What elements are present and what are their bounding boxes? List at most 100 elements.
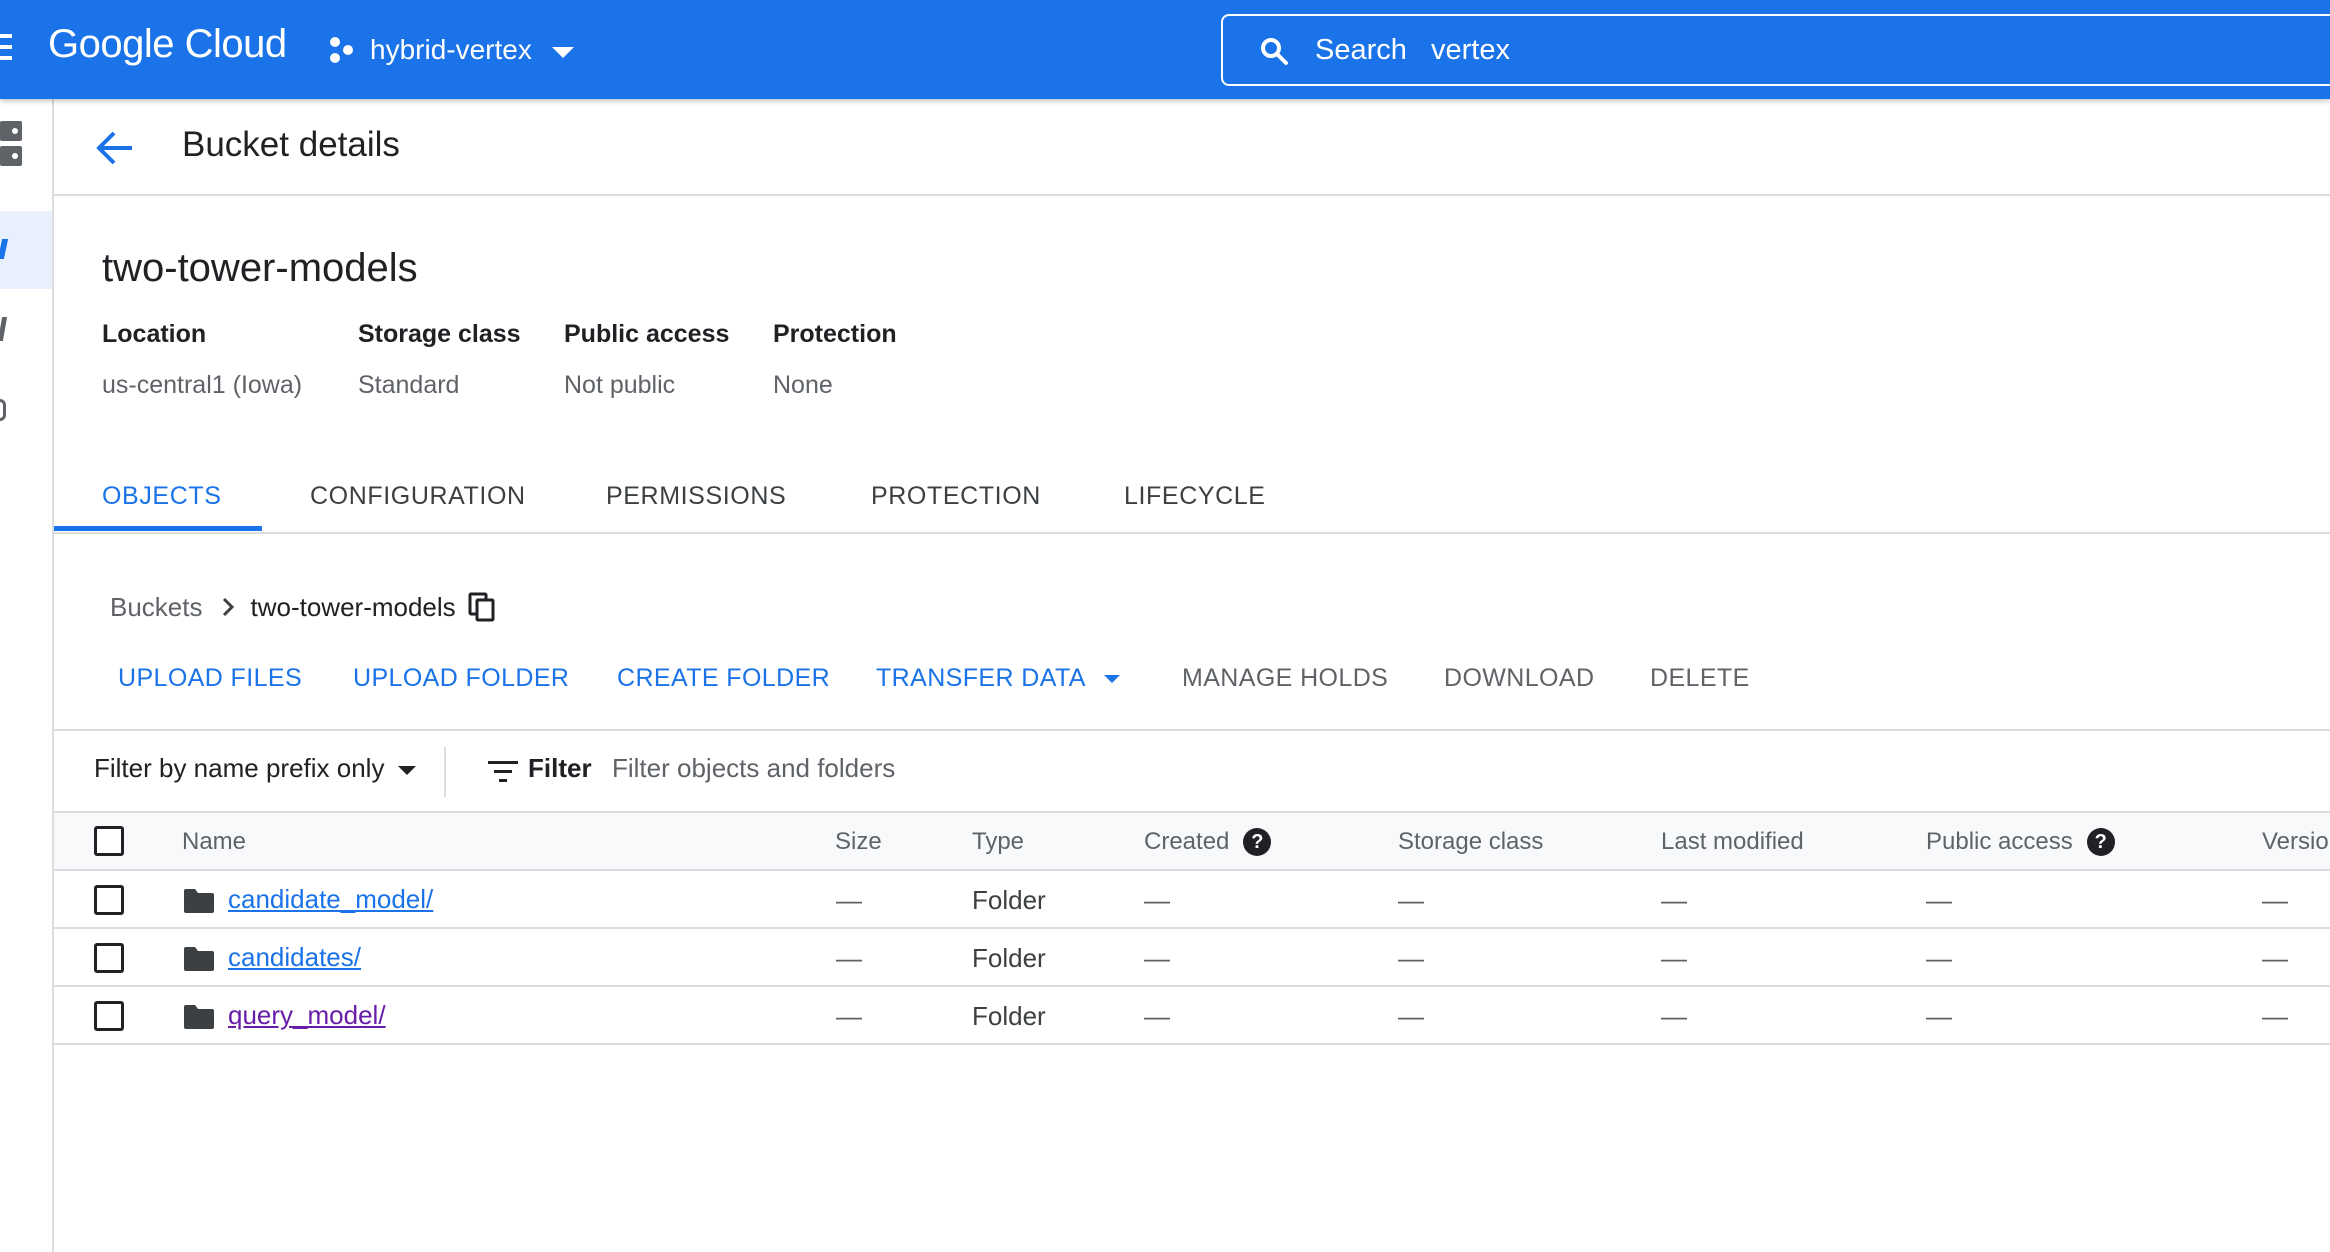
delete-button[interactable]: DELETE — [1650, 664, 1750, 693]
upload-files-button[interactable]: UPLOAD FILES — [118, 664, 302, 693]
back-arrow-icon[interactable] — [94, 129, 136, 167]
cell-created: — — [1144, 943, 1170, 973]
filter-bar: Filter by name prefix only Filter — [54, 729, 2330, 813]
project-picker[interactable]: hybrid-vertex — [326, 28, 574, 72]
row-checkbox[interactable] — [94, 885, 124, 915]
action-toolbar: UPLOAD FILES UPLOAD FOLDER CREATE FOLDER… — [0, 664, 2330, 700]
folder-icon — [184, 1005, 214, 1029]
table-header: Name Size Type Created? Storage class La… — [54, 813, 2330, 871]
column-header-type[interactable]: Type — [972, 828, 1024, 856]
column-header-version[interactable]: Versio — [2262, 828, 2329, 856]
filter-prefix-dropdown[interactable]: Filter by name prefix only — [94, 753, 417, 784]
cell-public-access: — — [1926, 885, 1952, 915]
cell-version: — — [2262, 1001, 2288, 1031]
cell-type: Folder — [972, 885, 1046, 915]
nav-item-buckets[interactable] — [0, 211, 52, 289]
meta-label: Protection — [773, 320, 897, 348]
meta-location: Location us-central1 (Iowa) — [102, 320, 302, 400]
column-header-size[interactable]: Size — [835, 828, 882, 856]
table-row: candidates/ — Folder — — — — — — [54, 929, 2330, 987]
hamburger-menu-icon[interactable] — [0, 34, 12, 64]
project-name: hybrid-vertex — [370, 34, 532, 65]
settings-nav-icon[interactable] — [0, 399, 6, 421]
upload-folder-button[interactable]: UPLOAD FOLDER — [353, 664, 569, 693]
column-header-public-access[interactable]: Public access? — [1926, 828, 2115, 856]
cell-last-modified: — — [1661, 885, 1687, 915]
cell-version: — — [2262, 943, 2288, 973]
folder-icon — [184, 947, 214, 971]
help-icon[interactable]: ? — [1243, 828, 1272, 856]
meta-label: Location — [102, 320, 207, 348]
column-header-storage-class[interactable]: Storage class — [1398, 828, 1543, 856]
table-row: candidate_model/ — Folder — — — — — — [54, 871, 2330, 929]
cell-created: — — [1144, 1001, 1170, 1031]
table-row: query_model/ — Folder — — — — — — [54, 987, 2330, 1045]
breadcrumb-current: two-tower-models — [250, 591, 456, 622]
column-header-created-label: Created — [1144, 828, 1230, 855]
meta-value: Standard — [358, 371, 460, 399]
folder-link[interactable]: candidates/ — [228, 942, 361, 973]
page-header: Bucket details — [54, 99, 2330, 196]
tab-configuration[interactable]: CONFIGURATION — [310, 482, 526, 511]
download-button[interactable]: DOWNLOAD — [1444, 664, 1594, 693]
meta-value: Not public — [564, 371, 676, 399]
help-icon[interactable]: ? — [2086, 828, 2115, 856]
cell-size: — — [836, 885, 862, 915]
monitoring-nav-icon[interactable] — [0, 317, 8, 341]
cell-created: — — [1144, 885, 1170, 915]
search-box[interactable]: Search — [1221, 14, 2330, 86]
breadcrumb-buckets[interactable]: Buckets — [110, 592, 203, 623]
meta-value: us-central1 (Iowa) — [102, 371, 303, 399]
filter-prefix-label: Filter by name prefix only — [94, 753, 385, 783]
row-checkbox[interactable] — [94, 1001, 124, 1031]
cell-public-access: — — [1926, 943, 1952, 973]
transfer-data-button[interactable]: TRANSFER DATA — [876, 664, 1120, 693]
row-checkbox[interactable] — [94, 943, 124, 973]
cell-storage-class: — — [1398, 943, 1424, 973]
cell-size: — — [836, 1001, 862, 1031]
project-hexagon-dots-icon — [330, 37, 353, 63]
tab-bar: OBJECTS CONFIGURATION PERMISSIONS PROTEC… — [54, 466, 2330, 534]
search-icon — [1261, 38, 1288, 65]
folder-link[interactable]: query_model/ — [228, 1000, 386, 1031]
folder-icon — [184, 889, 214, 913]
tab-objects[interactable]: OBJECTS — [102, 482, 222, 511]
chevron-right-icon — [222, 597, 234, 617]
meta-storage-class: Storage class Standard — [358, 320, 521, 400]
transfer-data-label: TRANSFER DATA — [876, 664, 1086, 692]
manage-holds-button[interactable]: MANAGE HOLDS — [1182, 664, 1388, 693]
column-header-created[interactable]: Created? — [1144, 828, 1272, 856]
cell-public-access: — — [1926, 1001, 1952, 1031]
search-label: Search — [1315, 34, 1407, 66]
select-all-checkbox[interactable] — [94, 826, 124, 856]
meta-label: Public access — [564, 320, 730, 348]
folder-link[interactable]: candidate_model/ — [228, 884, 433, 915]
column-header-public-access-label: Public access — [1926, 828, 2073, 855]
storage-nav-icon[interactable] — [0, 121, 22, 167]
tab-lifecycle[interactable]: LIFECYCLE — [1124, 482, 1266, 511]
top-bar: Google Cloud hybrid-vertex Search — [0, 0, 2330, 99]
cell-storage-class: — — [1398, 885, 1424, 915]
copy-icon[interactable] — [468, 592, 496, 622]
tab-protection[interactable]: PROTECTION — [871, 482, 1041, 511]
search-input[interactable] — [1431, 32, 2031, 68]
meta-value: None — [773, 371, 833, 399]
chevron-down-icon — [1103, 675, 1120, 684]
breadcrumb: Buckets two-tower-models — [110, 590, 496, 624]
cell-version: — — [2262, 885, 2288, 915]
tab-permissions[interactable]: PERMISSIONS — [606, 482, 786, 511]
cell-size: — — [836, 943, 862, 973]
filter-label: Filter — [528, 753, 592, 783]
page-title: Bucket details — [182, 125, 400, 164]
create-folder-button[interactable]: CREATE FOLDER — [617, 664, 830, 693]
column-header-name[interactable]: Name — [182, 828, 246, 856]
meta-label: Storage class — [358, 320, 521, 348]
chevron-down-icon — [398, 765, 417, 775]
filter-icon — [488, 761, 518, 782]
meta-public-access: Public access Not public — [564, 320, 729, 400]
column-header-last-modified[interactable]: Last modified — [1661, 828, 1804, 856]
google-cloud-logo[interactable]: Google Cloud — [48, 22, 287, 67]
bucket-name-heading: two-tower-models — [102, 246, 418, 290]
active-tab-indicator — [54, 526, 262, 531]
filter-input[interactable] — [612, 751, 1512, 785]
